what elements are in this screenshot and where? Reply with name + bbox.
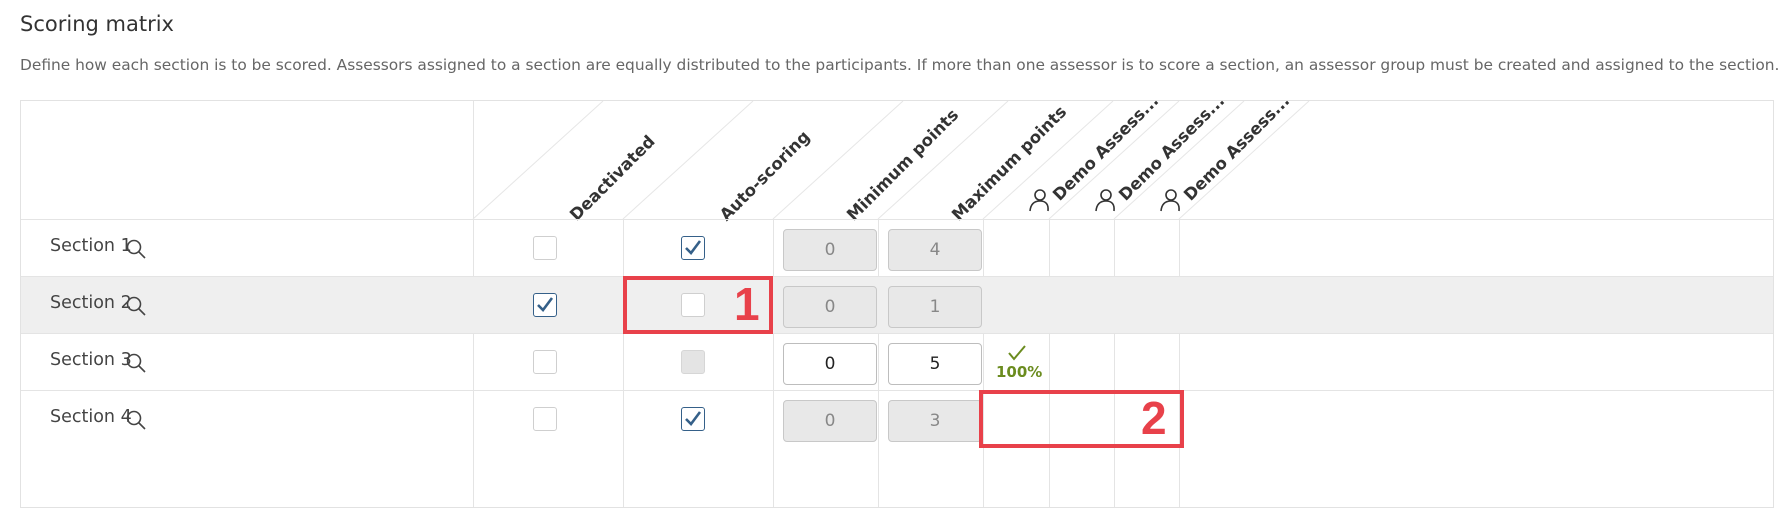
deactivated-checkbox[interactable] (533, 407, 557, 431)
search-icon[interactable] (125, 409, 147, 431)
auto-scoring-checkbox (681, 350, 705, 374)
search-icon[interactable] (125, 295, 147, 317)
auto-scoring-checkbox[interactable] (681, 407, 705, 431)
maximum-points-field[interactable]: 3 (888, 400, 982, 442)
minimum-points-field[interactable]: 0 (783, 286, 877, 328)
section-label: Section 1 (50, 236, 132, 256)
annotation-number-2: 2 (1141, 392, 1167, 444)
assessor-progress: 100% (996, 363, 1043, 381)
assessor-header-1[interactable]: Demo Assess... (1027, 91, 1162, 219)
page-description: Define how each section is to be scored.… (20, 56, 1780, 74)
search-icon[interactable] (125, 238, 147, 260)
checkmark-icon (685, 240, 702, 255)
assessor-header-3[interactable]: Demo Assess... (1158, 91, 1293, 219)
checkmark-icon (685, 411, 702, 426)
table-row: Section 4 0 3 (21, 391, 1773, 447)
minimum-points-field[interactable]: 0 (783, 343, 877, 385)
table-row: Section 2 0 1 (21, 277, 1773, 333)
deactivated-checkbox[interactable] (533, 236, 557, 260)
user-icon (1160, 189, 1180, 212)
minimum-points-field[interactable]: 0 (783, 229, 877, 271)
table-row: Section 3 0 5 100% (21, 334, 1773, 390)
section-label: Section 3 (50, 350, 132, 370)
section-label: Section 4 (50, 407, 132, 427)
scoring-matrix: Deactivated Auto-scoring Minimum points … (20, 91, 1774, 508)
search-icon[interactable] (125, 352, 147, 374)
minimum-points-field[interactable]: 0 (783, 400, 877, 442)
user-icon (1029, 189, 1049, 212)
section-label: Section 2 (50, 293, 132, 313)
checkmark-icon (1008, 345, 1026, 361)
user-icon (1095, 189, 1115, 212)
assessor-header-2[interactable]: Demo Assess... (1093, 91, 1228, 219)
maximum-points-field[interactable]: 5 (888, 343, 982, 385)
maximum-points-field[interactable]: 4 (888, 229, 982, 271)
maximum-points-field[interactable]: 1 (888, 286, 982, 328)
page-title: Scoring matrix (20, 12, 174, 36)
auto-scoring-checkbox[interactable] (681, 236, 705, 260)
deactivated-checkbox[interactable] (533, 350, 557, 374)
deactivated-checkbox[interactable] (533, 293, 557, 317)
table-row: Section 1 0 4 (21, 220, 1773, 276)
annotation-number-1: 1 (734, 278, 760, 330)
checkmark-icon (537, 297, 554, 312)
